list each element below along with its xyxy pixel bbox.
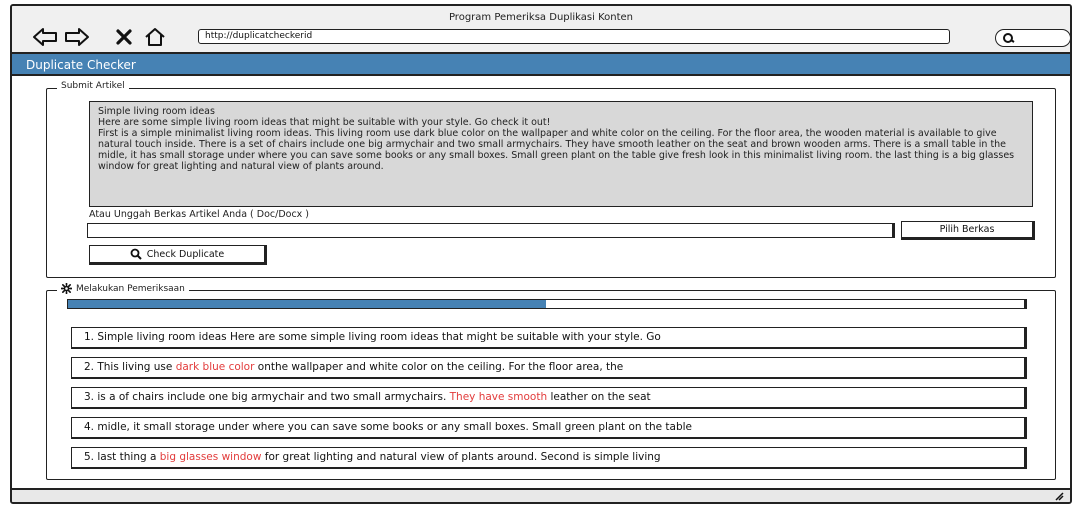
- result-highlight: dark blue color: [175, 361, 255, 373]
- upload-label: Atau Unggah Berkas Artikel Anda ( Doc/Do…: [89, 209, 310, 220]
- search-icon: [1003, 33, 1015, 43]
- article-intro-line: Here are some simple living room ideas t…: [98, 117, 551, 128]
- result-text: onthe wallpaper and white color on the c…: [254, 361, 624, 373]
- close-icon: [116, 29, 132, 45]
- file-path-input[interactable]: [87, 223, 895, 238]
- result-item: 1. Simple living room ideas Here are som…: [71, 327, 1027, 349]
- browser-window: Program Pemeriksa Duplikasi Konten http:…: [10, 4, 1072, 504]
- home-button[interactable]: [142, 26, 168, 48]
- progress-bar: [67, 299, 1027, 309]
- window-title: Program Pemeriksa Duplikasi Konten: [448, 12, 634, 23]
- submit-article-legend: Submit Artikel: [57, 81, 129, 91]
- result-text: 2. This living use: [84, 361, 176, 373]
- result-item: 5. last thing a big glasses window for g…: [71, 447, 1027, 469]
- browser-titlebar: Program Pemeriksa Duplikasi Konten http:…: [12, 6, 1070, 54]
- choose-file-label: Pilih Berkas: [939, 224, 995, 235]
- result-highlight: big glasses window: [159, 451, 262, 463]
- checking-group: Melakukan Pemeriksaan 1. Simple living r…: [46, 283, 1056, 480]
- gear-icon: [61, 283, 72, 294]
- search-icon: [130, 248, 142, 260]
- forward-arrow-icon: [65, 28, 89, 46]
- submit-article-group: Submit Artikel Simple living room ideas …: [46, 81, 1056, 278]
- result-text: 1. Simple living room ideas Here are som…: [84, 331, 661, 343]
- back-button[interactable]: [32, 26, 58, 48]
- checking-legend-label: Melakukan Pemeriksaan: [76, 283, 185, 294]
- article-textarea[interactable]: Simple living room ideas Here are some s…: [89, 101, 1033, 207]
- progress-fill: [68, 300, 546, 308]
- result-text: for great lighting and natural view of p…: [261, 451, 661, 463]
- result-text: 5. last thing a: [84, 451, 160, 463]
- check-duplicate-label: Check Duplicate: [146, 248, 225, 260]
- back-arrow-icon: [33, 28, 57, 46]
- url-input[interactable]: http://duplicatcheckerid: [198, 29, 950, 44]
- app-header: Duplicate Checker: [12, 54, 1070, 76]
- submit-article-legend-label: Submit Artikel: [61, 81, 125, 91]
- result-text: 4. midle, it small storage under where y…: [84, 421, 693, 433]
- result-text: 3. is a of chairs include one big armych…: [84, 391, 450, 403]
- result-highlight: They have smooth: [449, 391, 548, 403]
- checking-legend: Melakukan Pemeriksaan: [57, 283, 189, 294]
- check-duplicate-button[interactable]: Check Duplicate: [89, 245, 267, 265]
- result-item: 4. midle, it small storage under where y…: [71, 417, 1027, 439]
- article-title-line: Simple living room ideas: [98, 106, 215, 117]
- result-item: 3. is a of chairs include one big armych…: [71, 387, 1027, 409]
- stop-button[interactable]: [114, 26, 134, 48]
- status-bar: [12, 488, 1070, 502]
- browser-search-input[interactable]: [995, 29, 1070, 47]
- result-item: 2. This living use dark blue color onthe…: [71, 357, 1027, 379]
- article-body: First is a simple minimalist living room…: [98, 128, 1015, 172]
- resize-grip-icon[interactable]: [1054, 491, 1064, 501]
- forward-button[interactable]: [64, 26, 90, 48]
- result-text: leather on the seat: [547, 391, 651, 403]
- choose-file-button[interactable]: Pilih Berkas: [901, 221, 1035, 240]
- home-icon: [145, 28, 165, 46]
